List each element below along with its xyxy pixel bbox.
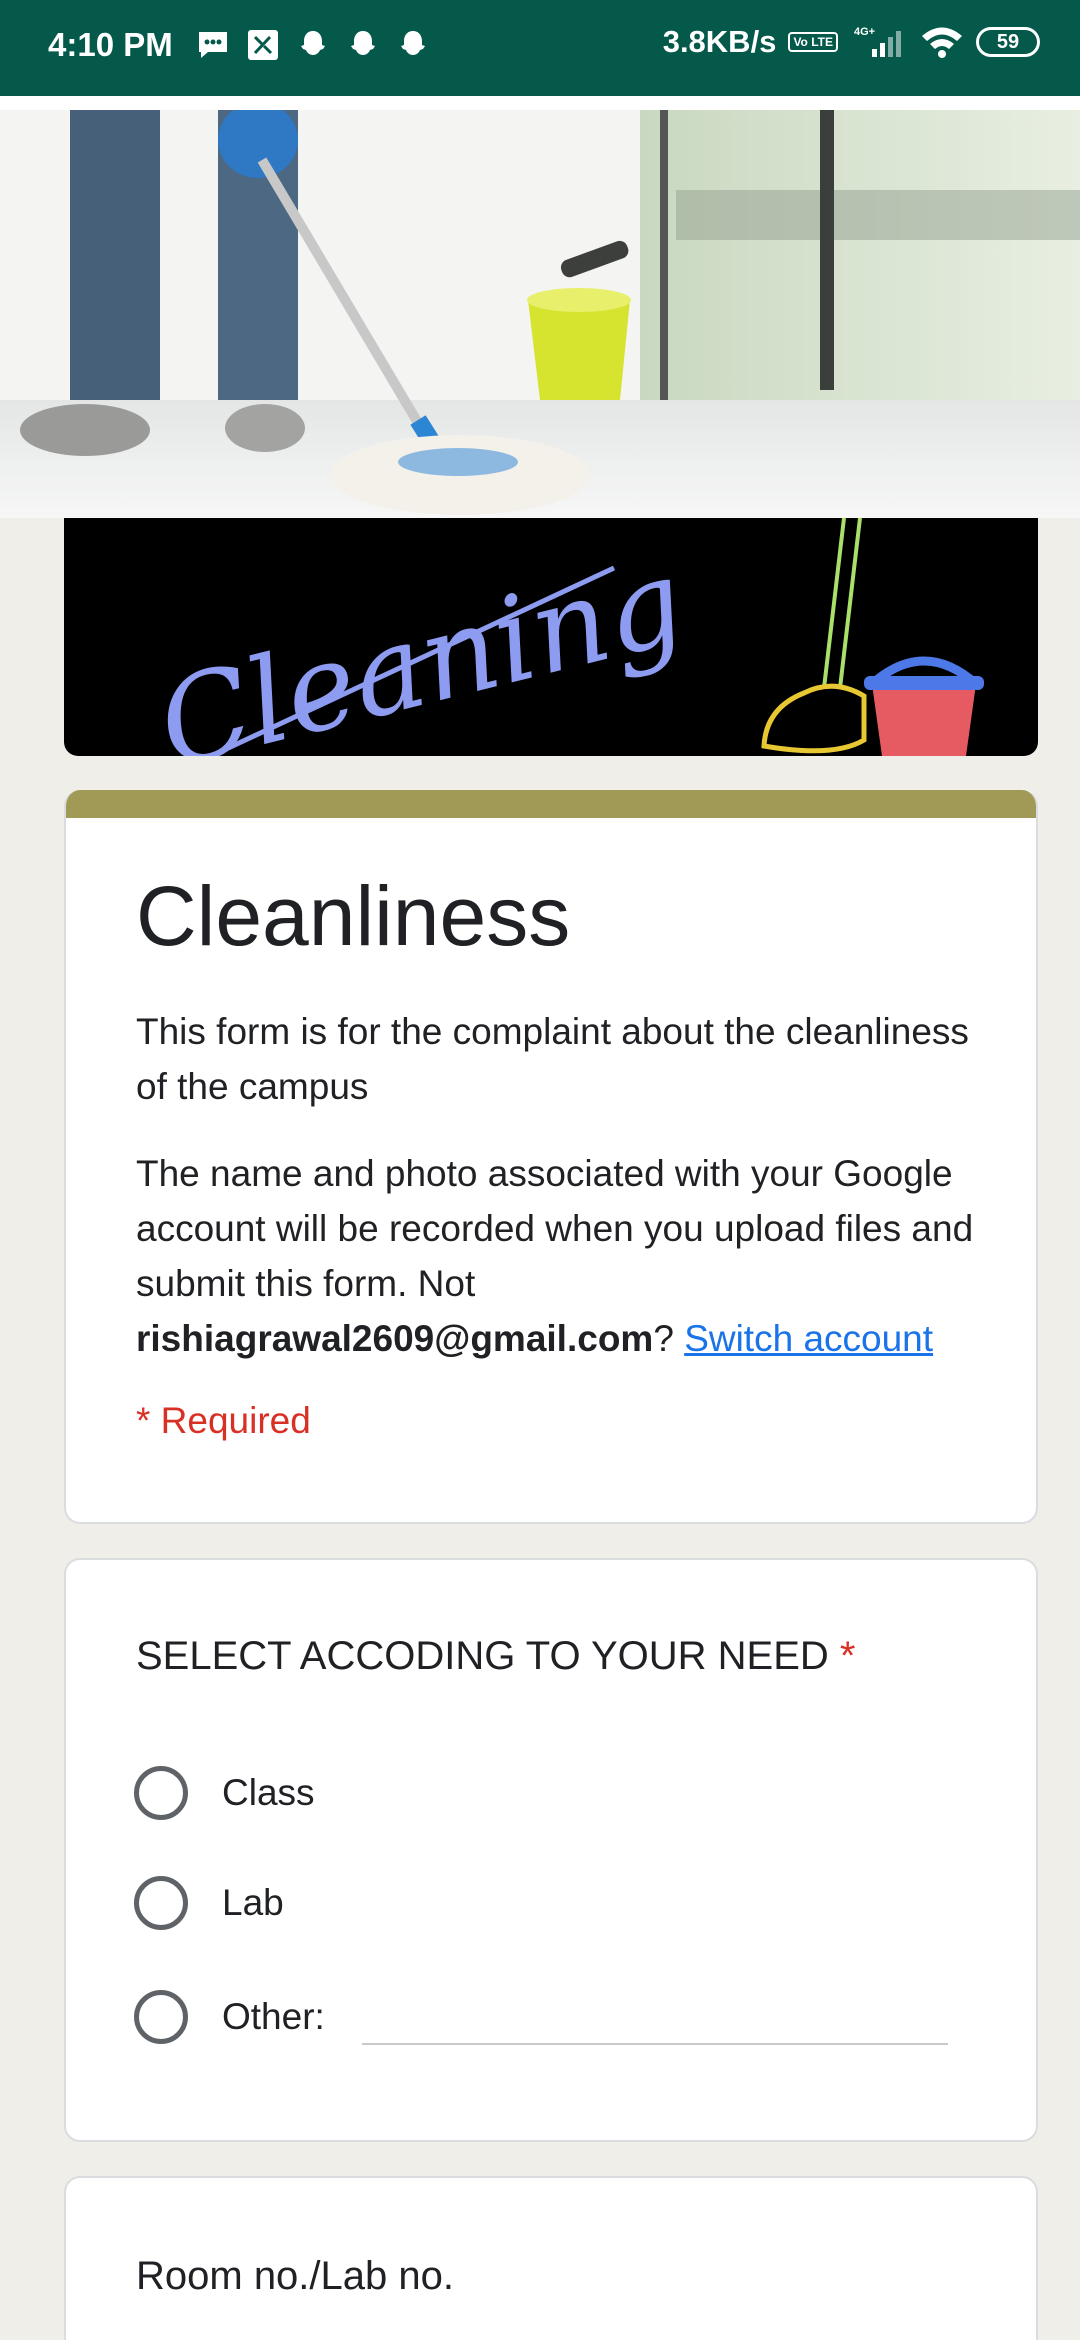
other-text-input[interactable] (362, 2043, 948, 2045)
radio-button[interactable] (134, 1990, 188, 2044)
battery-icon: 59 (976, 27, 1040, 57)
header-separator (0, 96, 1080, 110)
account-email: rishiagrawal2609@gmail.com (136, 1318, 654, 1359)
option-class[interactable]: Class (134, 1766, 315, 1820)
option-lab[interactable]: Lab (134, 1876, 284, 1930)
header-image (0, 110, 1080, 518)
question-card-room: Room no./Lab no. (64, 2176, 1038, 2340)
snapchat-icon (351, 31, 375, 55)
notification-icons (196, 28, 430, 62)
question-title-text: SELECT ACCODING TO YOUR NEED (136, 1634, 829, 1678)
question-card-select-need: SELECT ACCODING TO YOUR NEED * Class Lab… (64, 1558, 1038, 2142)
snapchat-icon (301, 31, 325, 55)
system-icons: 3.8KB/s Vo LTE 4G+ 59 (663, 24, 1040, 60)
form-title: Cleanliness (136, 869, 571, 963)
volte-icon: Vo LTE (788, 32, 838, 52)
account-notice: The name and photo associated with your … (136, 1146, 996, 1366)
question-title: SELECT ACCODING TO YOUR NEED * (136, 1634, 855, 1679)
snapchat-icon (401, 31, 425, 55)
nfc-icon (248, 30, 278, 60)
notice-text: The name and photo associated with your … (136, 1153, 974, 1304)
form-header-card: Cleanliness This form is for the complai… (64, 790, 1038, 1524)
switch-account-link[interactable]: Switch account (684, 1318, 933, 1359)
option-label: Other: (222, 1996, 325, 2037)
radio-button[interactable] (134, 1876, 188, 1930)
cleaning-banner: Cleaning (64, 518, 1038, 756)
messages-icon (199, 32, 227, 58)
theme-accent-bar (66, 790, 1036, 818)
net-speed: 3.8KB/s (662, 24, 777, 59)
status-time: 4:10 PM (48, 26, 173, 63)
notice-suffix: ? (653, 1318, 685, 1359)
signal-icon: 4G+ (854, 26, 901, 57)
form-description: This form is for the complaint about the… (136, 1011, 969, 1107)
question-title: Room no./Lab no. (136, 2254, 454, 2298)
banner-text: Cleaning (145, 531, 696, 756)
required-note: * Required (136, 1400, 311, 1441)
status-bar: 4:10 PM 3.8KB/s Vo LTE 4G+ 59 (0, 0, 1080, 96)
option-label: Lab (222, 1882, 284, 1923)
wifi-icon (922, 27, 962, 58)
radio-button[interactable] (134, 1766, 188, 1820)
required-star: * (839, 1634, 856, 1678)
option-other[interactable]: Other: (134, 1990, 325, 2044)
network-type: 4G+ (854, 26, 875, 38)
option-label: Class (222, 1772, 315, 1813)
